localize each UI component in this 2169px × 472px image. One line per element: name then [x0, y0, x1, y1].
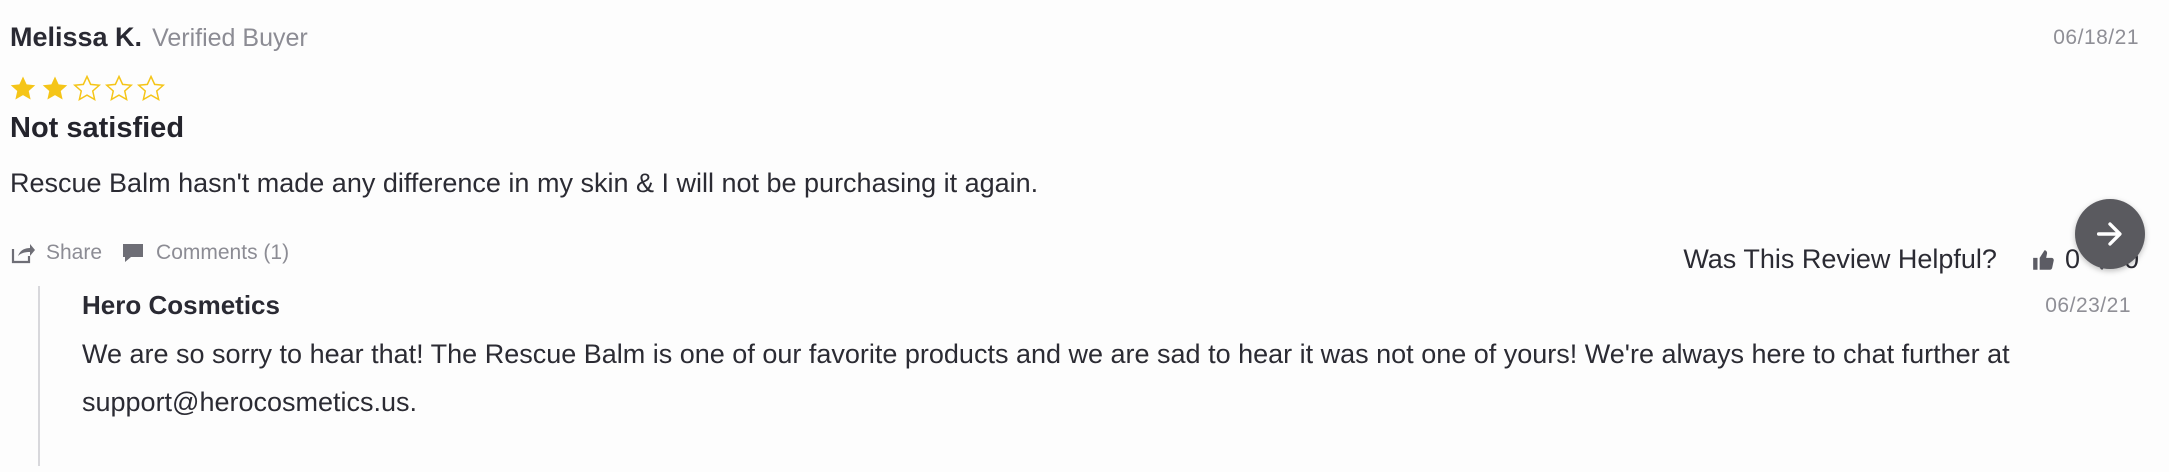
comments-button[interactable]: Comments (1) — [120, 241, 289, 265]
share-label: Share — [46, 241, 103, 264]
helpful-question: Was This Review Helpful? — [1683, 244, 1997, 274]
thumbs-up-icon — [2033, 249, 2054, 270]
review-date: 06/18/21 — [2053, 26, 2139, 49]
merchant-reply: Hero Cosmetics 06/23/21 We are so sorry … — [38, 286, 2140, 466]
review-card: Melissa K. Verified Buyer 06/18/21 Not s… — [0, 0, 2169, 472]
review-body: Rescue Balm hasn't made any difference i… — [10, 168, 1039, 198]
comment-icon — [123, 244, 144, 262]
next-review-button[interactable] — [2075, 199, 2145, 269]
review-actions: Share Comments (1) — [10, 241, 307, 265]
star-rating — [8, 74, 166, 104]
arrow-right-icon — [2096, 222, 2122, 246]
star-icon — [42, 76, 68, 100]
comments-label: Comments (1) — [156, 241, 290, 264]
share-icon — [11, 244, 35, 264]
review-header: Melissa K. Verified Buyer — [10, 22, 308, 53]
helpful-vote-bar: Was This Review Helpful? 0 0 — [1683, 244, 2139, 275]
reply-text: We are so sorry to hear that! The Rescue… — [82, 339, 2010, 417]
reply-author: Hero Cosmetics — [82, 290, 280, 320]
star-outline-icon — [136, 74, 166, 101]
star-outline-icon — [72, 74, 102, 101]
reviewer-name: Melissa K. — [10, 22, 143, 52]
star-icon — [10, 76, 36, 100]
reply-date: 06/23/21 — [2045, 294, 2131, 317]
verified-buyer-badge: Verified Buyer — [152, 24, 308, 52]
thumbs-up-button[interactable]: 0 — [2031, 244, 2080, 275]
star-outline-icon — [104, 74, 134, 101]
share-button[interactable]: Share — [10, 241, 102, 265]
review-title: Not satisfied — [10, 112, 185, 144]
